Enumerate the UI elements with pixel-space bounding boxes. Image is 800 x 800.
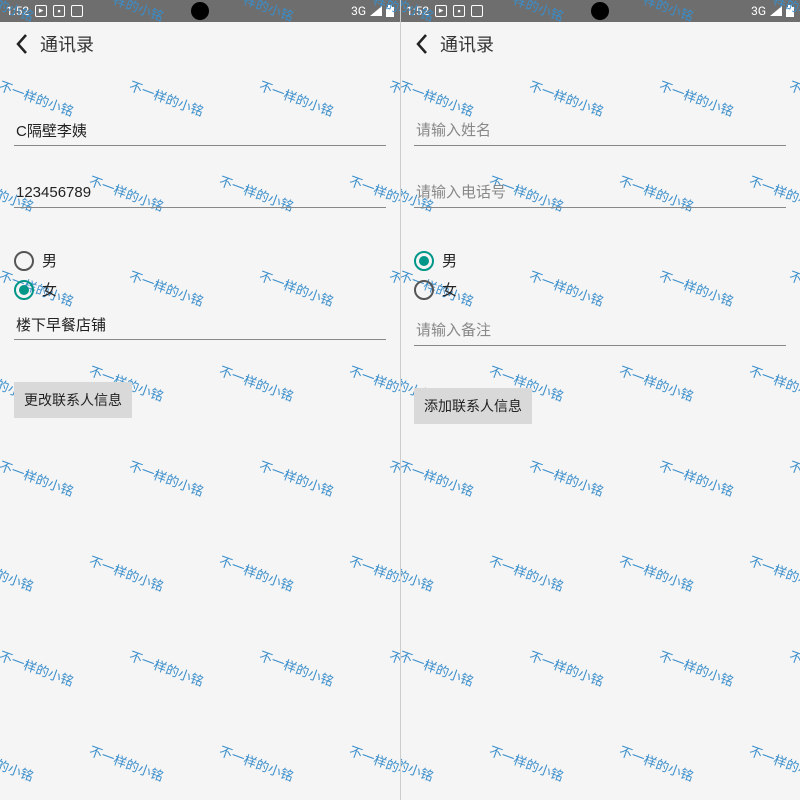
- status-bar: 1:52 ▸ ▪ 3G: [400, 0, 800, 22]
- content: 男 女 更改联系人信息: [0, 66, 400, 430]
- gender-female-radio[interactable]: 女: [14, 275, 386, 304]
- battery-icon: [386, 5, 394, 17]
- header: 通讯录: [0, 22, 400, 66]
- status-time: 1:52: [6, 4, 29, 18]
- shield-icon: ▪: [53, 5, 65, 17]
- gender-radio-group: 男 女: [414, 246, 786, 304]
- notification-icon: ▸: [435, 5, 447, 17]
- update-contact-button[interactable]: 更改联系人信息: [14, 382, 132, 418]
- phone-left: 不一样的小铭不一样的小铭不一样的小铭不一样的小铭不一样的小铭不一样的小铭不一样的…: [0, 0, 400, 800]
- phone-input[interactable]: [14, 178, 386, 208]
- signal-icon: [770, 6, 782, 16]
- sim-icon: [71, 5, 83, 17]
- phone-input[interactable]: [414, 178, 786, 208]
- back-button[interactable]: [408, 30, 436, 58]
- radio-label-female: 女: [42, 279, 57, 300]
- signal-icon: [370, 6, 382, 16]
- header: 通讯录: [400, 22, 800, 66]
- battery-icon: [786, 5, 794, 17]
- radio-icon: [14, 280, 34, 300]
- radio-icon: [414, 251, 434, 271]
- add-contact-button[interactable]: 添加联系人信息: [414, 388, 532, 424]
- gender-female-radio[interactable]: 女: [414, 275, 786, 304]
- camera-notch: [191, 2, 209, 20]
- network-label: 3G: [351, 4, 366, 18]
- radio-icon: [14, 251, 34, 271]
- page-title: 通讯录: [40, 31, 94, 57]
- radio-label-male: 男: [42, 250, 57, 271]
- notification-icon: ▸: [35, 5, 47, 17]
- name-input[interactable]: [414, 116, 786, 146]
- status-bar: 1:52 ▸ ▪ 3G: [0, 0, 400, 22]
- gender-male-radio[interactable]: 男: [414, 246, 786, 275]
- content: 男 女 添加联系人信息: [400, 66, 800, 436]
- radio-icon: [414, 280, 434, 300]
- gender-radio-group: 男 女: [14, 246, 386, 304]
- page-title: 通讯录: [440, 31, 494, 57]
- status-time: 1:52: [406, 4, 429, 18]
- radio-label-female: 女: [442, 279, 457, 300]
- notes-input[interactable]: [414, 316, 786, 346]
- back-button[interactable]: [8, 30, 36, 58]
- radio-label-male: 男: [442, 250, 457, 271]
- shield-icon: ▪: [453, 5, 465, 17]
- gender-male-radio[interactable]: 男: [14, 246, 386, 275]
- network-label: 3G: [751, 4, 766, 18]
- phone-right: 不一样的小铭不一样的小铭不一样的小铭不一样的小铭不一样的小铭不一样的小铭不一样的…: [400, 0, 800, 800]
- sim-icon: [471, 5, 483, 17]
- divider: [400, 0, 401, 800]
- camera-notch: [591, 2, 609, 20]
- notes-input[interactable]: [14, 310, 386, 340]
- name-input[interactable]: [14, 116, 386, 146]
